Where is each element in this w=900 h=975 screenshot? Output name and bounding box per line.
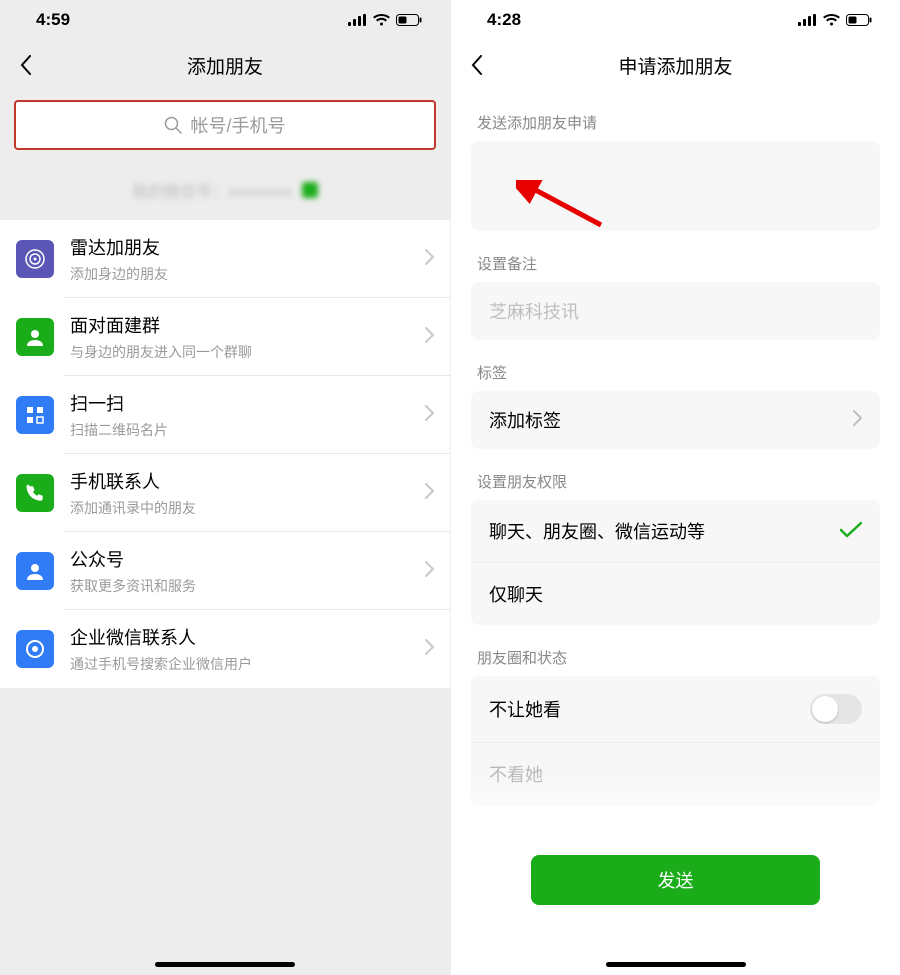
work-icon xyxy=(16,630,54,668)
permission-full-row[interactable]: 聊天、朋友圈、微信运动等 xyxy=(471,500,880,563)
chevron-right-icon xyxy=(425,639,434,660)
qr-icon xyxy=(302,182,318,198)
wifi-icon xyxy=(373,14,390,26)
list-item[interactable]: 公众号获取更多资讯和服务 xyxy=(0,532,450,610)
list-item[interactable]: 雷达加朋友添加身边的朋友 xyxy=(0,220,450,298)
nav-bar: 添加朋友 xyxy=(0,40,450,90)
list-item[interactable]: 扫一扫扫描二维码名片 xyxy=(0,376,450,454)
moments-hide-label: 不让她看 xyxy=(489,696,561,722)
back-button[interactable] xyxy=(14,53,38,77)
status-icons xyxy=(798,14,872,26)
add-tag-label: 添加标签 xyxy=(489,407,561,433)
nav-title: 申请添加朋友 xyxy=(618,52,732,79)
list-item-subtitle: 扫描二维码名片 xyxy=(70,420,425,440)
list-item[interactable]: 面对面建群与身边的朋友进入同一个群聊 xyxy=(0,298,450,376)
search-placeholder: 帐号/手机号 xyxy=(190,112,285,138)
list-item-subtitle: 添加通讯录中的朋友 xyxy=(70,498,425,518)
moments-extra-row[interactable]: 不看她 xyxy=(471,743,880,805)
chevron-left-icon xyxy=(20,55,32,75)
add-tag-row[interactable]: 添加标签 xyxy=(471,391,880,449)
screen-add-friend: 4:59 添加朋友 帐号/手机号 我的微信号：xxxxxxxx 雷达加朋友添加身… xyxy=(0,0,450,975)
list-item-subtitle: 添加身边的朋友 xyxy=(70,264,425,284)
list-item[interactable]: 企业微信联系人通过手机号搜索企业微信用户 xyxy=(0,610,450,688)
permission-chat-only-label: 仅聊天 xyxy=(489,581,543,607)
remark-placeholder: 芝麻科技讯 xyxy=(489,302,579,322)
chevron-right-icon xyxy=(425,327,434,348)
radar-icon xyxy=(16,240,54,278)
list-item-title: 面对面建群 xyxy=(70,312,425,338)
nav-bar: 申请添加朋友 xyxy=(451,40,900,90)
chevron-right-icon xyxy=(425,249,434,270)
permission-group: 聊天、朋友圈、微信运动等 仅聊天 xyxy=(471,500,880,625)
list-item-title: 企业微信联系人 xyxy=(70,624,425,650)
home-indicator xyxy=(606,962,746,967)
chevron-right-icon xyxy=(853,410,862,431)
battery-icon xyxy=(396,14,422,26)
check-icon xyxy=(840,518,862,544)
wifi-icon xyxy=(823,14,840,26)
send-button-label: 发送 xyxy=(658,867,694,893)
add-friend-options-list: 雷达加朋友添加身边的朋友面对面建群与身边的朋友进入同一个群聊扫一扫扫描二维码名片… xyxy=(0,220,450,688)
remark-input[interactable]: 芝麻科技讯 xyxy=(471,282,880,340)
permission-chat-only-row[interactable]: 仅聊天 xyxy=(471,563,880,625)
section-label-tag: 标签 xyxy=(451,340,900,391)
official-icon xyxy=(16,552,54,590)
list-item[interactable]: 手机联系人添加通讯录中的朋友 xyxy=(0,454,450,532)
signal-icon xyxy=(798,14,817,26)
list-item-title: 雷达加朋友 xyxy=(70,234,425,260)
status-icons xyxy=(348,14,422,26)
back-button[interactable] xyxy=(465,53,489,77)
list-item-title: 扫一扫 xyxy=(70,390,425,416)
list-item-subtitle: 通过手机号搜索企业微信用户 xyxy=(70,654,425,674)
screen-apply-friend: 4:28 申请添加朋友 发送添加朋友申请 设置备注 芝麻科技讯 标签 添加标签 … xyxy=(450,0,900,975)
signal-icon xyxy=(348,14,367,26)
nav-title: 添加朋友 xyxy=(187,52,263,79)
search-icon xyxy=(164,116,182,134)
status-time: 4:28 xyxy=(487,10,521,30)
home-indicator xyxy=(155,962,295,967)
status-bar: 4:59 xyxy=(0,0,450,40)
status-bar: 4:28 xyxy=(451,0,900,40)
phone-icon xyxy=(16,474,54,512)
moments-hide-row[interactable]: 不让她看 xyxy=(471,676,880,743)
battery-icon xyxy=(846,14,872,26)
group-icon xyxy=(16,318,54,356)
scan-icon xyxy=(16,396,54,434)
moments-group: 不让她看 不看她 xyxy=(471,676,880,805)
section-label-moments: 朋友圈和状态 xyxy=(451,625,900,676)
chevron-left-icon xyxy=(471,55,483,75)
chevron-right-icon xyxy=(425,483,434,504)
list-item-title: 手机联系人 xyxy=(70,468,425,494)
send-button[interactable]: 发送 xyxy=(531,855,820,905)
list-item-subtitle: 与身边的朋友进入同一个群聊 xyxy=(70,342,425,362)
search-input[interactable]: 帐号/手机号 xyxy=(14,100,436,150)
section-label-remark: 设置备注 xyxy=(451,231,900,282)
toggle-switch[interactable] xyxy=(810,694,862,724)
my-wechat-id-row: 我的微信号：xxxxxxxx xyxy=(0,160,450,220)
chevron-right-icon xyxy=(425,405,434,426)
permission-full-label: 聊天、朋友圈、微信运动等 xyxy=(489,518,705,544)
list-item-title: 公众号 xyxy=(70,546,425,572)
list-item-subtitle: 获取更多资讯和服务 xyxy=(70,576,425,596)
section-label-permission: 设置朋友权限 xyxy=(451,449,900,500)
request-message-input[interactable] xyxy=(471,141,880,231)
status-time: 4:59 xyxy=(36,10,70,30)
section-label-request: 发送添加朋友申请 xyxy=(451,90,900,141)
chevron-right-icon xyxy=(425,561,434,582)
